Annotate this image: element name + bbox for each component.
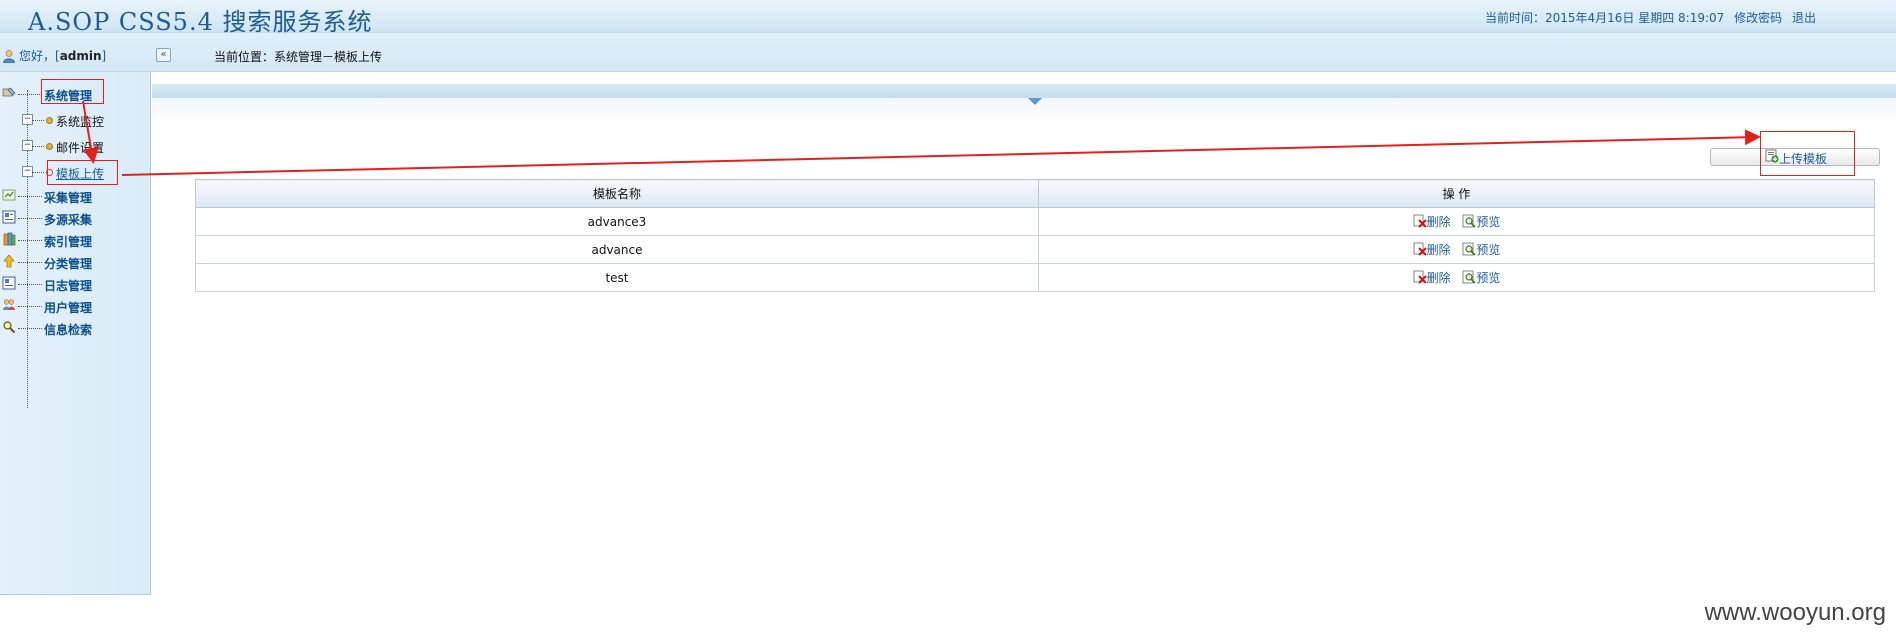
sidebar-item-log[interactable]: 日志管理 (0, 275, 110, 293)
watermark-text: www.wooyun.org (1704, 599, 1886, 626)
top-header: A.SOP CSS5.4 搜索服务系统 当前时间：2015年4月16日 星期四 … (0, 0, 1896, 36)
sidebar-item-multi-source[interactable]: 多源采集 (0, 209, 110, 227)
sidebar-item-category[interactable]: 分类管理 (0, 253, 110, 271)
welcome-text: 您好，[admin] (2, 47, 106, 64)
sidebar-item-label: 采集管理 (44, 191, 93, 205)
delete-label: 删除 (1426, 271, 1451, 285)
tree-connector (18, 328, 42, 329)
sidebar-item-search[interactable]: 信息检索 (0, 319, 110, 337)
current-time: 当前时间：2015年4月16日 星期四 8:19:07 (1484, 11, 1725, 25)
column-header-actions: 操 作 (1038, 179, 1875, 208)
template-table: 模板名称 操 作 advance3 删除 预览 advance 删除 预览 te… (195, 179, 1875, 292)
table-row: advance3 删除 预览 (195, 207, 1875, 236)
sidebar: 系统管理 − 系统监控 − 邮件设置 − 模板上传 采集管理 多源采集 索引管理… (0, 72, 151, 595)
table-header-row: 模板名称 操 作 (195, 179, 1875, 208)
delete-link[interactable]: 删除 (1413, 270, 1451, 285)
leaf-bullet-icon (46, 143, 53, 150)
delete-label: 删除 (1426, 215, 1451, 229)
log-icon (2, 276, 16, 290)
tree-connector (18, 196, 42, 197)
sidebar-item-monitor[interactable]: − 系统监控 (22, 111, 112, 129)
template-name-cell: test (195, 263, 1039, 292)
annotation-box-upload-button (1760, 131, 1855, 176)
tree-connector (18, 240, 42, 241)
collect-icon (2, 189, 16, 201)
sidebar-item-users[interactable]: 用户管理 (0, 297, 110, 315)
user-icon (3, 50, 15, 63)
preview-label: 预览 (1476, 271, 1501, 285)
delete-link[interactable]: 删除 (1413, 214, 1451, 229)
template-name-cell: advance (195, 235, 1039, 264)
actions-cell: 删除 预览 (1038, 263, 1875, 292)
table-row: advance 删除 预览 (195, 235, 1875, 264)
sidebar-item-label: 信息检索 (44, 323, 93, 337)
delete-icon (1413, 270, 1427, 284)
delete-link[interactable]: 删除 (1413, 242, 1451, 257)
sidebar-item-label: 用户管理 (44, 301, 93, 315)
preview-icon (1463, 270, 1477, 284)
index-icon (3, 232, 16, 246)
tree-connector (18, 284, 42, 285)
preview-icon (1463, 242, 1477, 256)
tree-connector (32, 146, 44, 147)
preview-icon (1463, 214, 1477, 228)
expand-arrow-icon[interactable] (1028, 98, 1042, 105)
tree-connector (18, 262, 42, 263)
system-icon (2, 87, 16, 97)
tree-connector (18, 306, 42, 307)
breadcrumb: 当前位置：系统管理－模板上传 (214, 50, 383, 64)
logout-link[interactable]: 退出 (1792, 11, 1816, 25)
sidebar-item-label: 系统监控 (56, 115, 105, 129)
header-info: 当前时间：2015年4月16日 星期四 8:19:07 修改密码 退出 (1479, 9, 1816, 26)
preview-link[interactable]: 预览 (1462, 214, 1501, 229)
table-row: test 删除 预览 (195, 263, 1875, 292)
app-title: A.SOP CSS5.4 搜索服务系统 (28, 8, 373, 36)
annotation-box-system (41, 79, 104, 104)
preview-label: 预览 (1476, 215, 1501, 229)
welcome-suffix: ] (101, 49, 107, 63)
change-password-link[interactable]: 修改密码 (1734, 11, 1782, 25)
preview-link[interactable]: 预览 (1462, 242, 1501, 257)
sidebar-item-collect[interactable]: 采集管理 (0, 187, 110, 205)
welcome-prefix: 您好，[ (19, 49, 60, 63)
sidebar-item-label: 分类管理 (44, 257, 93, 271)
delete-icon (1413, 214, 1427, 228)
preview-label: 预览 (1476, 243, 1501, 257)
annotation-arrow-right (121, 129, 1761, 176)
sub-header: 您好，[admin] « 当前位置：系统管理－模板上传 (0, 33, 1896, 72)
template-name-cell: advance3 (195, 207, 1039, 236)
sidebar-item-mail[interactable]: − 邮件设置 (22, 137, 112, 155)
main-toolbar-band-lower (152, 98, 1896, 124)
preview-link[interactable]: 预览 (1462, 270, 1501, 285)
leaf-bullet-icon (46, 117, 53, 124)
sidebar-item-label: 多源采集 (44, 213, 93, 227)
username: admin (59, 49, 102, 63)
multi-source-icon (2, 210, 16, 224)
tree-connector (32, 120, 44, 121)
collapse-sidebar-button[interactable]: « (156, 48, 171, 62)
category-icon (3, 254, 15, 268)
search-icon (3, 321, 16, 334)
actions-cell: 删除 预览 (1038, 207, 1875, 236)
sidebar-item-index[interactable]: 索引管理 (0, 231, 110, 249)
actions-cell: 删除 预览 (1038, 235, 1875, 264)
delete-label: 删除 (1426, 243, 1451, 257)
tree-connector (32, 172, 44, 173)
main-toolbar-band (152, 84, 1896, 98)
sidebar-item-label: 索引管理 (44, 235, 93, 249)
annotation-box-template-upload (47, 160, 118, 185)
column-header-name: 模板名称 (195, 179, 1039, 208)
sidebar-item-label: 邮件设置 (56, 141, 105, 155)
tree-connector (18, 94, 42, 95)
sidebar-item-label: 日志管理 (44, 279, 93, 293)
delete-icon (1413, 242, 1427, 256)
users-icon (3, 299, 15, 310)
tree-connector (18, 218, 42, 219)
